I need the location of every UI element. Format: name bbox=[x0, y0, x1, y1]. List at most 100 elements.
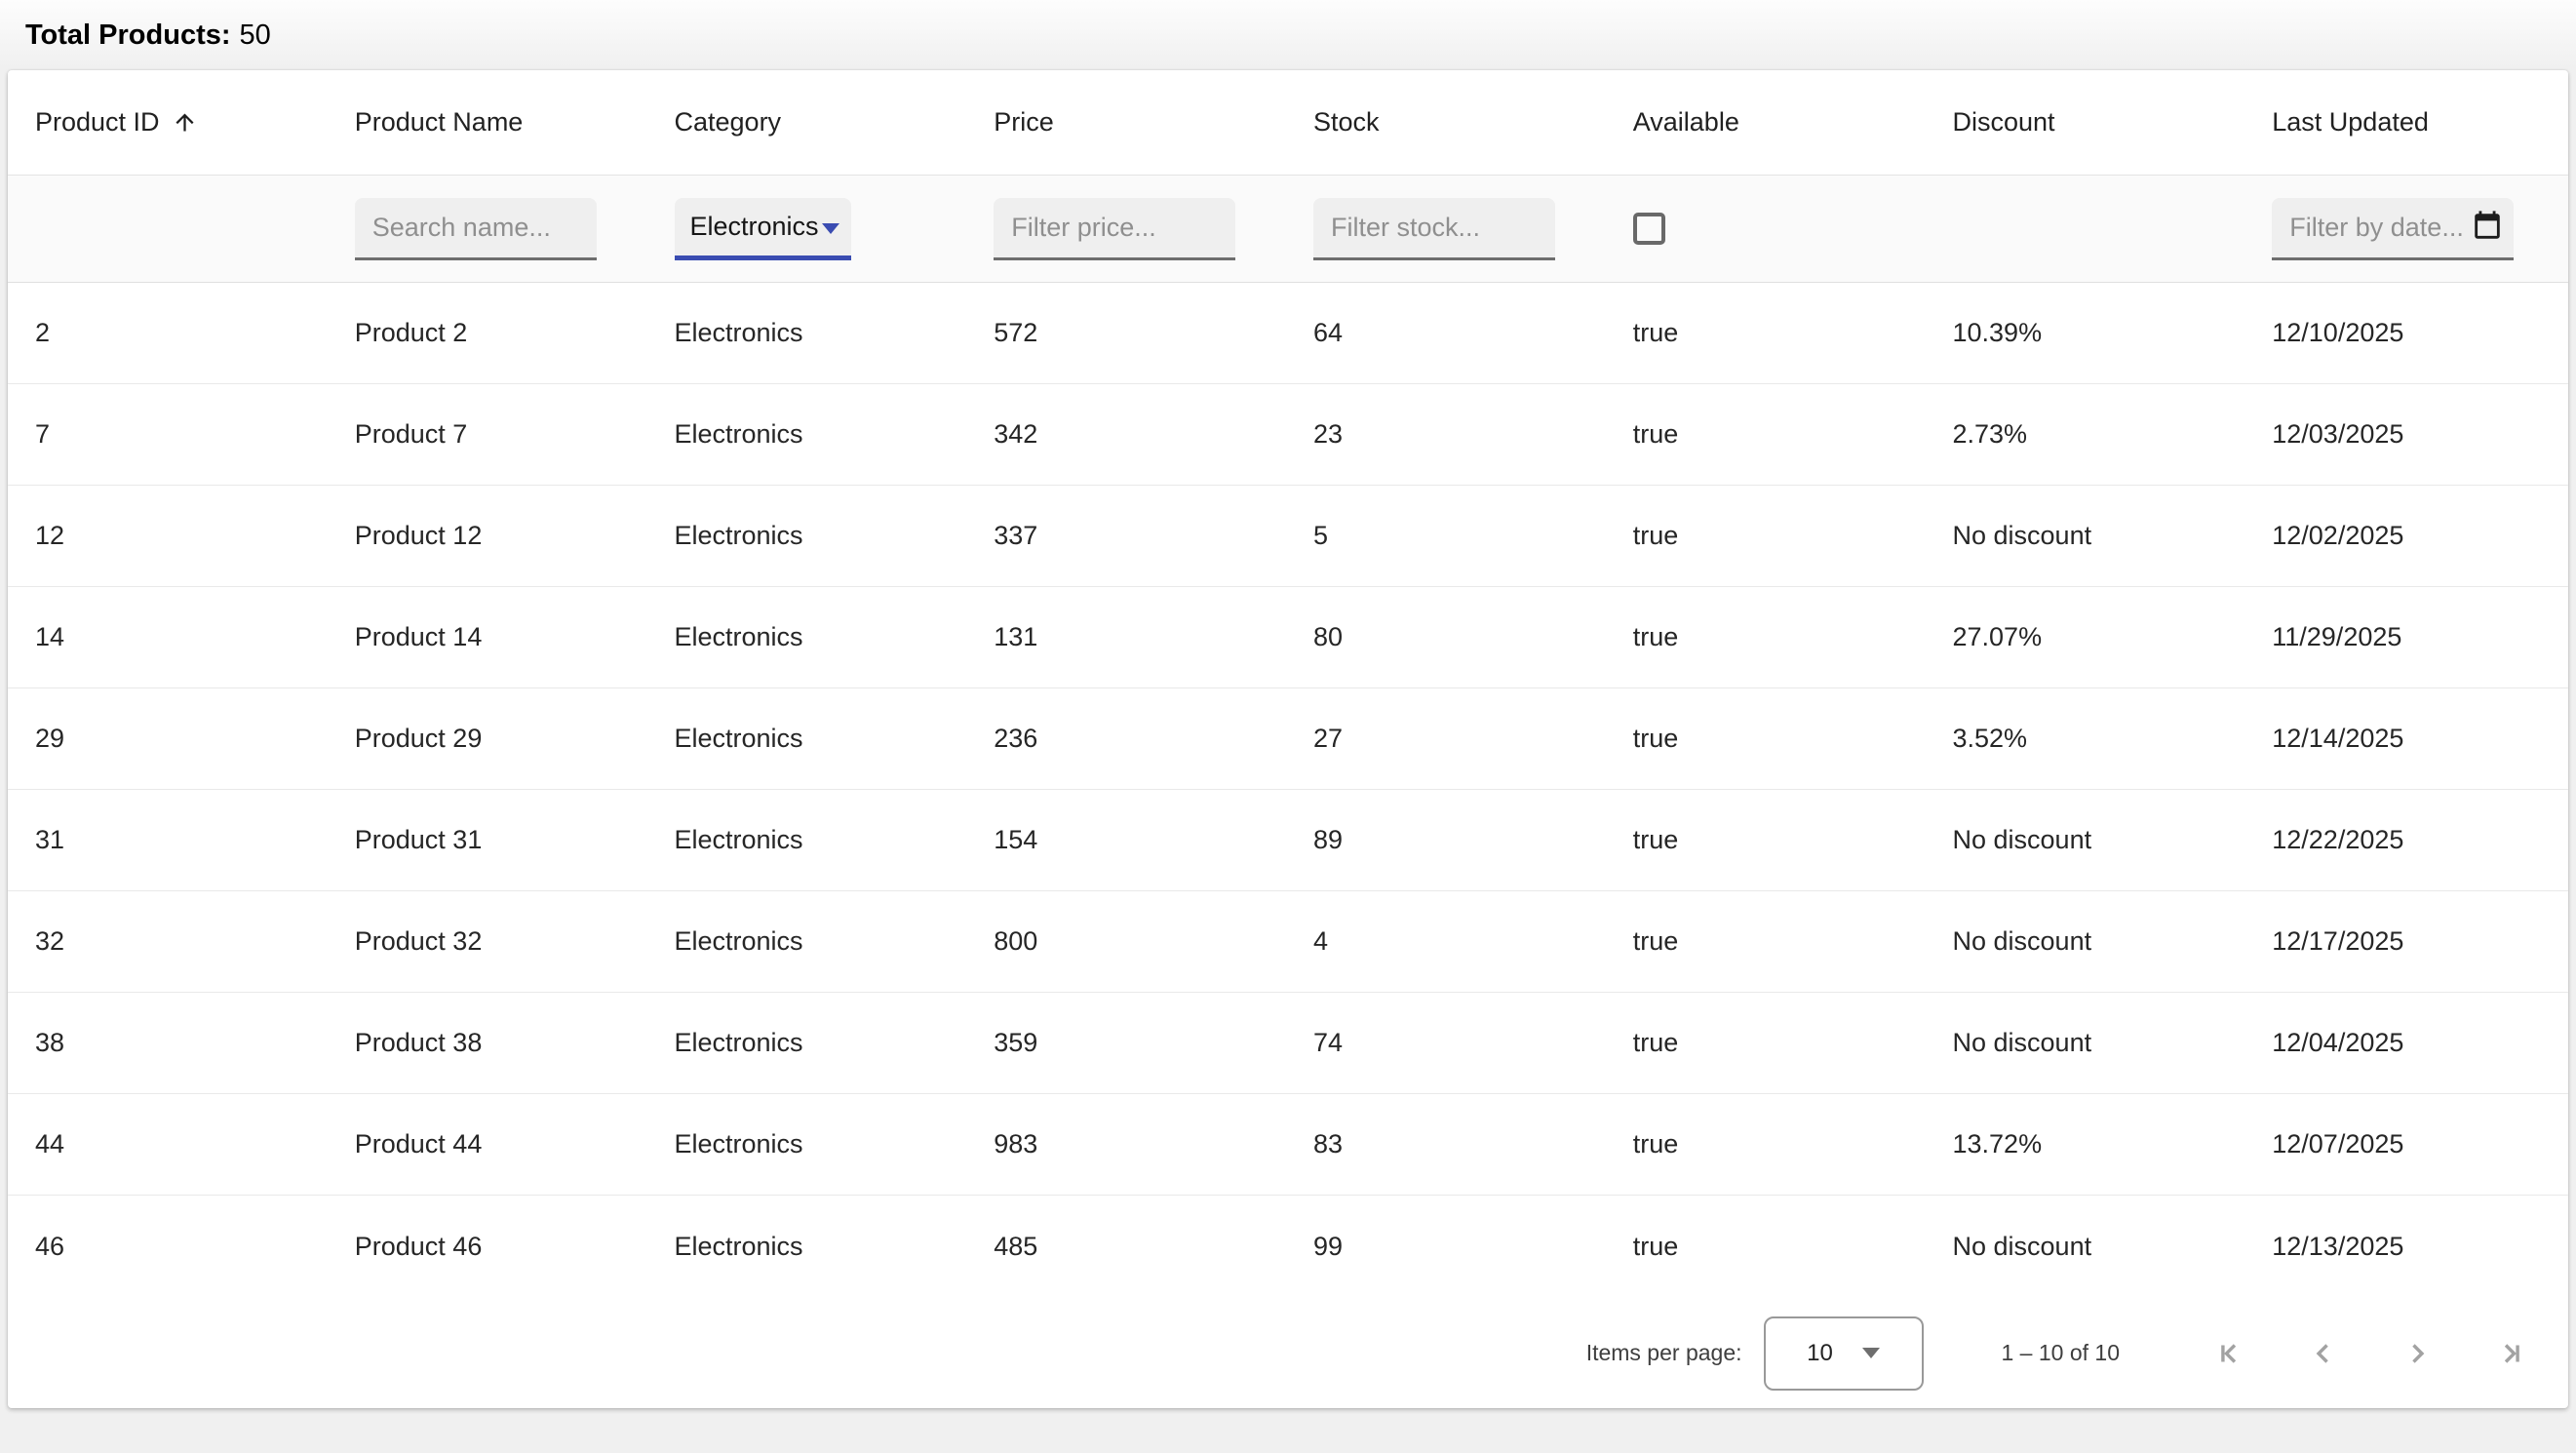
cell-product-name: Product 14 bbox=[332, 587, 651, 687]
filter-cell-price bbox=[970, 176, 1290, 282]
cell-last-updated: 12/13/2025 bbox=[2248, 1196, 2568, 1297]
calendar-icon bbox=[2471, 209, 2504, 247]
cell-last-updated: 12/03/2025 bbox=[2248, 384, 2568, 485]
cell-price: 572 bbox=[970, 283, 1290, 383]
items-per-page-label: Items per page: bbox=[1586, 1340, 1742, 1366]
cell-stock: 5 bbox=[1290, 486, 1610, 586]
table-body: 2 Product 2 Electronics 572 64 true 10.3… bbox=[8, 283, 2568, 1297]
cell-product-id: 31 bbox=[8, 790, 332, 890]
filter-row: Electronics bbox=[8, 176, 2568, 283]
cell-category: Electronics bbox=[651, 384, 971, 485]
table-row: 31 Product 31 Electronics 154 89 true No… bbox=[8, 790, 2568, 891]
cell-category: Electronics bbox=[651, 486, 971, 586]
cell-product-name: Product 38 bbox=[332, 993, 651, 1093]
cell-available: true bbox=[1610, 587, 1930, 687]
cell-product-id: 29 bbox=[8, 688, 332, 789]
cell-product-id: 32 bbox=[8, 891, 332, 992]
datepicker-toggle-button[interactable] bbox=[2471, 209, 2504, 247]
cell-discount: No discount bbox=[1930, 790, 2249, 890]
cell-last-updated: 12/22/2025 bbox=[2248, 790, 2568, 890]
table-row: 44 Product 44 Electronics 983 83 true 13… bbox=[8, 1094, 2568, 1196]
cell-available: true bbox=[1610, 1094, 1930, 1195]
page-size-select[interactable]: 10 bbox=[1764, 1316, 1924, 1391]
cell-price: 236 bbox=[970, 688, 1290, 789]
column-header-product-name: Product Name bbox=[332, 70, 651, 175]
cell-stock: 80 bbox=[1290, 587, 1610, 687]
column-header-label: Product ID bbox=[35, 107, 160, 137]
cell-category: Electronics bbox=[651, 688, 971, 789]
cell-discount: 13.72% bbox=[1930, 1094, 2249, 1195]
cell-product-id: 12 bbox=[8, 486, 332, 586]
date-filter-field bbox=[2272, 198, 2514, 260]
cell-available: true bbox=[1610, 790, 1930, 890]
filter-cell-discount bbox=[1930, 176, 2249, 282]
paginator-nav bbox=[2213, 1337, 2527, 1370]
cell-discount: No discount bbox=[1930, 993, 2249, 1093]
cell-discount: 2.73% bbox=[1930, 384, 2249, 485]
cell-available: true bbox=[1610, 384, 1930, 485]
cell-price: 983 bbox=[970, 1094, 1290, 1195]
sort-ascending-icon bbox=[172, 109, 198, 136]
price-filter-input[interactable] bbox=[1011, 213, 1218, 243]
paginator: Items per page: 10 1 – 10 of 10 bbox=[8, 1298, 2568, 1408]
next-page-button[interactable] bbox=[2400, 1337, 2434, 1370]
cell-product-id: 14 bbox=[8, 587, 332, 687]
first-page-button[interactable] bbox=[2213, 1337, 2246, 1370]
cell-last-updated: 12/14/2025 bbox=[2248, 688, 2568, 789]
dropdown-arrow-icon bbox=[1862, 1348, 1880, 1358]
column-header-category: Category bbox=[651, 70, 971, 175]
table-row: 32 Product 32 Electronics 800 4 true No … bbox=[8, 891, 2568, 993]
table-row: 12 Product 12 Electronics 337 5 true No … bbox=[8, 486, 2568, 587]
cell-stock: 89 bbox=[1290, 790, 1610, 890]
chevron-right-icon bbox=[2400, 1337, 2434, 1370]
table-row: 29 Product 29 Electronics 236 27 true 3.… bbox=[8, 688, 2568, 790]
name-filter-field bbox=[355, 198, 597, 260]
total-products-label: Total Products: bbox=[25, 20, 231, 52]
table-header-row: Product ID Product Name Category Price S… bbox=[8, 70, 2568, 176]
cell-discount: 3.52% bbox=[1930, 688, 2249, 789]
table-row: 46 Product 46 Electronics 485 99 true No… bbox=[8, 1196, 2568, 1297]
table-row: 38 Product 38 Electronics 359 74 true No… bbox=[8, 993, 2568, 1094]
cell-stock: 4 bbox=[1290, 891, 1610, 992]
filter-cell-category: Electronics bbox=[651, 176, 971, 282]
cell-category: Electronics bbox=[651, 891, 971, 992]
date-filter-input[interactable] bbox=[2289, 213, 2463, 243]
cell-stock: 23 bbox=[1290, 384, 1610, 485]
cell-category: Electronics bbox=[651, 587, 971, 687]
cell-stock: 99 bbox=[1290, 1196, 1610, 1297]
previous-page-button[interactable] bbox=[2307, 1337, 2340, 1370]
column-header-available: Available bbox=[1610, 70, 1930, 175]
cell-product-id: 38 bbox=[8, 993, 332, 1093]
cell-available: true bbox=[1610, 486, 1930, 586]
cell-last-updated: 11/29/2025 bbox=[2248, 587, 2568, 687]
available-filter-checkbox[interactable] bbox=[1633, 213, 1665, 245]
column-header-price: Price bbox=[970, 70, 1290, 175]
dropdown-arrow-icon bbox=[822, 223, 839, 234]
table-row: 2 Product 2 Electronics 572 64 true 10.3… bbox=[8, 283, 2568, 384]
cell-product-id: 46 bbox=[8, 1196, 332, 1297]
paginator-range-label: 1 – 10 of 10 bbox=[2002, 1340, 2121, 1366]
last-page-icon bbox=[2494, 1337, 2527, 1370]
last-page-button[interactable] bbox=[2494, 1337, 2527, 1370]
category-filter-select[interactable]: Electronics bbox=[675, 198, 851, 260]
filter-cell-empty-id bbox=[8, 176, 332, 282]
cell-discount: No discount bbox=[1930, 486, 2249, 586]
stock-filter-field bbox=[1313, 198, 1555, 260]
total-products-value: 50 bbox=[240, 20, 271, 52]
products-table-card: Product ID Product Name Category Price S… bbox=[8, 70, 2568, 1408]
column-header-product-id[interactable]: Product ID bbox=[8, 70, 332, 175]
cell-discount: 27.07% bbox=[1930, 587, 2249, 687]
table-row: 14 Product 14 Electronics 131 80 true 27… bbox=[8, 587, 2568, 688]
page-title: Total Products: 50 bbox=[0, 0, 2576, 70]
cell-product-name: Product 46 bbox=[332, 1196, 651, 1297]
cell-product-id: 2 bbox=[8, 283, 332, 383]
cell-last-updated: 12/07/2025 bbox=[2248, 1094, 2568, 1195]
cell-stock: 83 bbox=[1290, 1094, 1610, 1195]
stock-filter-input[interactable] bbox=[1331, 213, 1538, 243]
cell-available: true bbox=[1610, 891, 1930, 992]
filter-cell-name bbox=[332, 176, 651, 282]
name-filter-input[interactable] bbox=[372, 213, 579, 243]
filter-cell-available bbox=[1610, 176, 1930, 282]
cell-product-name: Product 7 bbox=[332, 384, 651, 485]
cell-price: 485 bbox=[970, 1196, 1290, 1297]
